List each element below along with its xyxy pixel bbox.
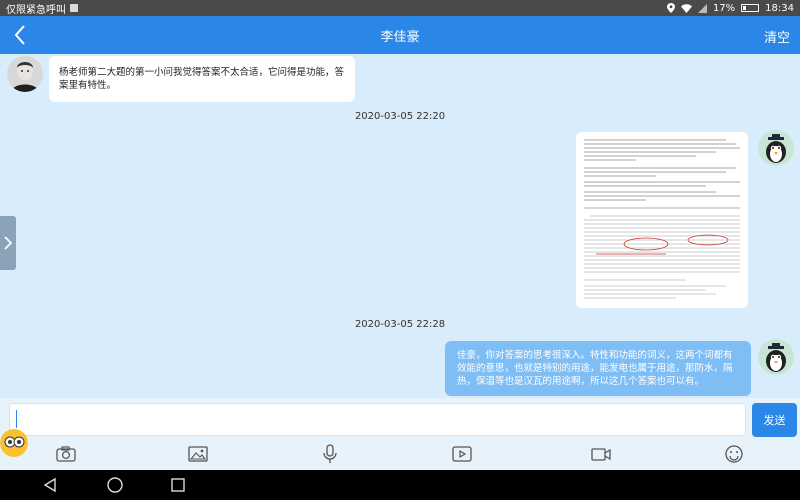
- status-time: 18:34: [765, 2, 794, 14]
- back-button[interactable]: [10, 22, 30, 48]
- chat-header: 李佳豪 清空: [0, 16, 800, 54]
- message-timestamp: 2020-03-05 22:20: [354, 111, 446, 122]
- video-camera-icon[interactable]: [590, 444, 612, 464]
- microphone-icon[interactable]: [319, 444, 341, 464]
- message-input[interactable]: [9, 403, 746, 436]
- text-cursor: [16, 410, 17, 428]
- clear-button[interactable]: 清空: [764, 27, 790, 46]
- chat-area[interactable]: 杨老师第二大题的第一小问我觉得答案不太合适，它问得是功能，答案里有特性。 202…: [0, 54, 800, 398]
- back-nav-icon[interactable]: [40, 475, 60, 495]
- home-nav-icon[interactable]: [105, 475, 125, 495]
- emoji-icon[interactable]: [723, 444, 745, 464]
- video-play-icon[interactable]: [451, 444, 473, 464]
- outgoing-message[interactable]: 佳豪，你对答案的思考很深入。特性和功能的词义，这两个词都有效能的意思，也就是特别…: [445, 341, 751, 396]
- image-message[interactable]: [576, 132, 748, 308]
- chevron-left-icon: [14, 25, 25, 45]
- signal-icon: [697, 3, 707, 13]
- image-icon[interactable]: [187, 444, 209, 464]
- sender-avatar[interactable]: [7, 56, 43, 92]
- notification-icon: [70, 4, 78, 12]
- wifi-icon: [680, 3, 692, 13]
- message-input-bar: 发送: [0, 398, 800, 438]
- side-drawer-handle[interactable]: [0, 216, 16, 270]
- user-avatar[interactable]: [758, 130, 794, 166]
- floating-assistant-button[interactable]: [0, 428, 28, 458]
- status-bar: 仅限紧急呼叫 17% 18:34: [0, 0, 800, 16]
- system-nav-bar: [0, 470, 800, 500]
- chevron-right-icon: [4, 236, 12, 250]
- camera-icon[interactable]: [55, 444, 77, 464]
- user-avatar[interactable]: [758, 339, 794, 375]
- carrier-text: 仅限紧急呼叫: [6, 4, 66, 16]
- page-title: 李佳豪: [380, 29, 420, 45]
- recents-nav-icon[interactable]: [168, 475, 188, 495]
- send-button[interactable]: 发送: [752, 403, 797, 437]
- incoming-message[interactable]: 杨老师第二大题的第一小问我觉得答案不太合适，它问得是功能，答案里有特性。: [49, 56, 355, 102]
- battery-icon: [741, 4, 760, 12]
- location-icon: [666, 3, 675, 13]
- attachment-toolbar: [0, 438, 800, 470]
- message-timestamp: 2020-03-05 22:28: [354, 319, 446, 330]
- battery-percent: 17%: [712, 2, 736, 14]
